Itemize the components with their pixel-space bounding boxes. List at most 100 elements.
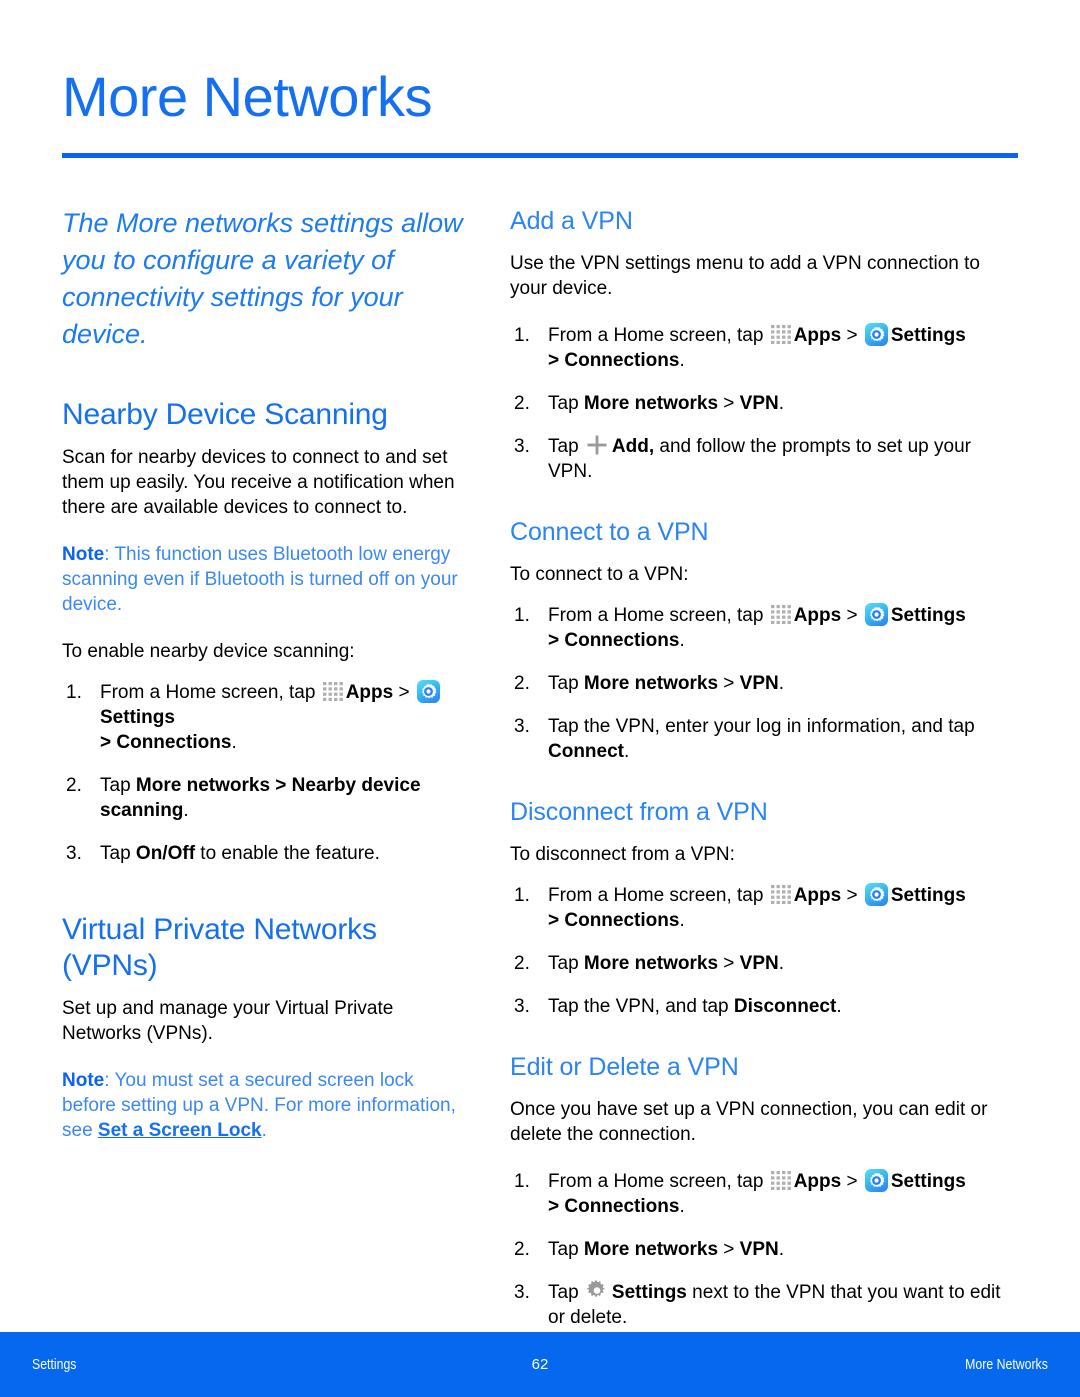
add-plus-icon <box>586 434 608 456</box>
step-item: 2. Tap More networks > VPN. <box>510 391 1020 416</box>
step-tail: . <box>231 732 237 753</box>
step-bold-1: More networks <box>583 673 719 694</box>
step-number: 2. <box>514 1239 530 1260</box>
step-number: 3. <box>514 436 530 457</box>
step-item: 2. Tap More networks > VPN. <box>510 951 1020 976</box>
step-text: From a Home screen, tap <box>100 682 321 703</box>
step-tail: . <box>183 800 189 821</box>
step-item: 1. From a Home screen, tap Apps > Settin… <box>62 680 470 755</box>
step-separator: > <box>841 1171 863 1192</box>
step-text: Tap the VPN, enter your log in informati… <box>548 716 975 737</box>
settings-label: Settings <box>890 1171 966 1192</box>
edit-delete-vpn-steps: 1. From a Home screen, tap Apps > Settin… <box>510 1169 1020 1330</box>
step-item: 2. Tap More networks > Nearby device sca… <box>62 773 470 823</box>
step-item: 3. Tap On/Off to enable the feature. <box>62 841 470 866</box>
step-tail: to enable the feature. <box>195 843 380 864</box>
apps-label: Apps <box>793 605 842 626</box>
step-number: 1. <box>66 682 82 703</box>
step-bold-2: VPN <box>739 393 779 414</box>
right-column: Add a VPN Use the VPN settings menu to a… <box>510 205 1080 1354</box>
connections-label: > Connections <box>548 1196 680 1217</box>
step-tail: . <box>836 996 842 1017</box>
step-number: 1. <box>514 1171 530 1192</box>
settings-app-icon <box>864 883 888 906</box>
settings-label: Settings <box>890 325 966 346</box>
step-mid: > <box>718 953 740 974</box>
step-item: 1. From a Home screen, tap Apps > Settin… <box>510 323 1020 373</box>
step-number: 3. <box>66 843 82 864</box>
content-columns: The More networks settings allow you to … <box>0 205 1080 1354</box>
note-text: : This function uses Bluetooth low energ… <box>62 544 458 615</box>
heading-virtual-private-networks: Virtual Private Networks (VPNs) <box>62 913 377 982</box>
step-number: 1. <box>514 605 530 626</box>
step-mid: > <box>718 673 740 694</box>
step-bold-2: VPN <box>739 953 779 974</box>
step-number: 2. <box>66 775 82 796</box>
connect-vpn-lead: To connect to a VPN: <box>510 564 689 585</box>
heading-connect-to-a-vpn: Connect to a VPN <box>510 518 709 546</box>
step-number: 2. <box>514 953 530 974</box>
step-separator: > <box>841 605 863 626</box>
step-text: From a Home screen, tap <box>548 605 769 626</box>
step-bold-2: VPN <box>739 673 779 694</box>
step-tail: . <box>679 350 685 371</box>
manual-page: More Networks The More networks settings… <box>0 0 1080 1397</box>
connect-vpn-steps: 1. From a Home screen, tap Apps > Settin… <box>510 603 1020 764</box>
footer-right-label: More Networks <box>965 1356 1048 1373</box>
apps-grid-icon <box>770 885 791 904</box>
nearby-steps: 1. From a Home screen, tap Apps > Settin… <box>62 680 470 866</box>
settings-app-icon <box>864 1169 888 1192</box>
add-vpn-body: Use the VPN settings menu to add a VPN c… <box>510 253 980 299</box>
step-number: 3. <box>514 716 530 737</box>
step-separator: > <box>393 682 415 703</box>
step-separator: > <box>841 325 863 346</box>
step-text: Tap <box>100 775 136 796</box>
step-bold-1: More networks <box>135 775 271 796</box>
step-tail: . <box>778 393 785 414</box>
heading-nearby-device-scanning: Nearby Device Scanning <box>62 398 388 431</box>
step-bold-1: More networks <box>583 953 719 974</box>
step-tail: . <box>624 741 630 762</box>
step-text: From a Home screen, tap <box>548 325 769 346</box>
step-text: Tap <box>548 953 584 974</box>
heading-add-a-vpn: Add a VPN <box>510 207 633 235</box>
set-a-screen-lock-link[interactable]: Set a Screen Lock <box>98 1120 262 1141</box>
apps-grid-icon <box>770 1171 791 1190</box>
intro-paragraph: The More networks settings allow you to … <box>62 208 463 349</box>
step-tail: . <box>778 1239 785 1260</box>
note-label: Note <box>62 1070 105 1091</box>
page-title: More Networks <box>62 65 433 128</box>
note-nearby: Note: This function uses Bluetooth low e… <box>62 542 470 617</box>
note-text-2: . <box>261 1120 267 1141</box>
apps-grid-icon <box>770 325 791 344</box>
settings-app-icon <box>416 680 440 703</box>
step-text: Tap <box>548 1282 584 1303</box>
step-item: 1. From a Home screen, tap Apps > Settin… <box>510 883 1020 933</box>
step-bold-1: On/Off <box>135 843 196 864</box>
add-vpn-steps: 1. From a Home screen, tap Apps > Settin… <box>510 323 1020 484</box>
connections-label: > Connections <box>548 630 680 651</box>
settings-app-icon <box>864 603 888 626</box>
step-item: 3. Tap Settings next to the VPN that you… <box>510 1280 1020 1330</box>
apps-grid-icon <box>770 605 791 624</box>
step-number: 1. <box>514 325 530 346</box>
note-label: Note <box>62 544 105 565</box>
step-text: Tap <box>548 436 584 457</box>
step-text: Tap <box>548 393 584 414</box>
step-tail: . <box>778 953 785 974</box>
apps-label: Apps <box>793 885 842 906</box>
footer-page-number: 62 <box>531 1356 549 1373</box>
step-tail: . <box>679 910 685 931</box>
step-mid: > <box>718 393 740 414</box>
step-text: Tap the VPN, and tap <box>548 996 734 1017</box>
settings-label: Settings <box>100 707 175 728</box>
step-mid: > <box>270 775 292 796</box>
step-tail: . <box>679 1196 685 1217</box>
step-item: 2. Tap More networks > VPN. <box>510 1237 1020 1262</box>
connections-label: > Connections <box>548 910 680 931</box>
connections-label: > Connections <box>100 732 232 753</box>
step-number: 3. <box>514 996 530 1017</box>
step-item: 3. Tap the VPN, enter your log in inform… <box>510 714 1020 764</box>
nearby-lead: To enable nearby device scanning: <box>62 641 355 662</box>
title-divider <box>62 153 1018 158</box>
